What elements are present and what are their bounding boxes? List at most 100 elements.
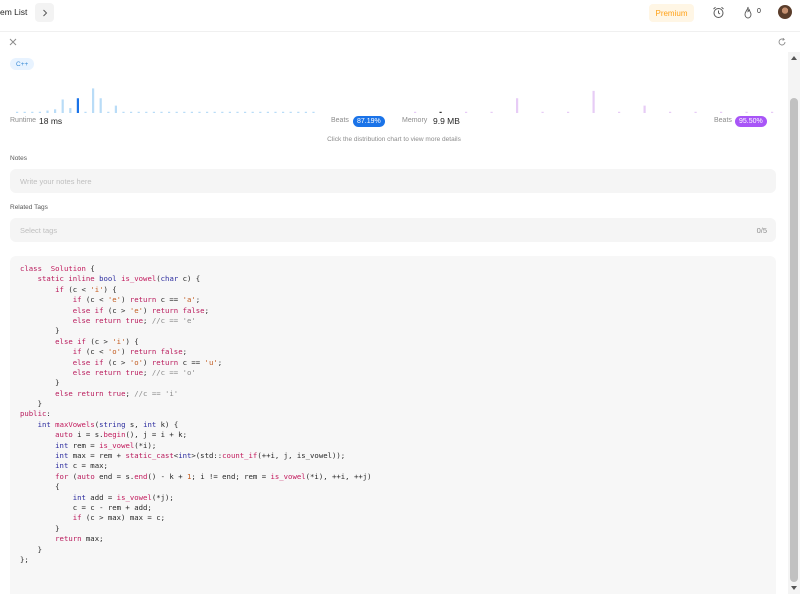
runtime-bar[interactable] bbox=[312, 111, 315, 113]
memory-bar[interactable] bbox=[694, 111, 697, 113]
code-line: else if (c > 'i') { bbox=[55, 336, 139, 346]
runtime-beats-badge: 87.19% bbox=[353, 116, 385, 127]
runtime-bar[interactable] bbox=[190, 111, 193, 113]
runtime-bar[interactable] bbox=[76, 98, 79, 113]
premium-button[interactable]: Premium bbox=[649, 4, 694, 22]
runtime-bar[interactable] bbox=[114, 105, 117, 113]
runtime-bar[interactable] bbox=[152, 111, 155, 113]
scroll-thumb[interactable] bbox=[790, 98, 798, 582]
memory-bar[interactable] bbox=[490, 111, 493, 113]
memory-bar[interactable] bbox=[643, 105, 646, 113]
tags-select[interactable]: Select tags 0/5 bbox=[10, 218, 776, 242]
runtime-bar[interactable] bbox=[198, 111, 201, 113]
code-line: c = c - rem + add; bbox=[20, 502, 152, 512]
code-line: if (c < 'e') return c == 'a'; bbox=[72, 295, 201, 305]
code-line: int maxVowels(string s, int k) { bbox=[37, 419, 179, 429]
runtime-bar[interactable] bbox=[46, 110, 49, 113]
memory-bar[interactable] bbox=[618, 111, 621, 113]
runtime-bar[interactable] bbox=[213, 111, 216, 113]
memory-bar[interactable] bbox=[771, 111, 774, 113]
runtime-bar[interactable] bbox=[69, 108, 72, 113]
runtime-bar[interactable] bbox=[175, 111, 178, 113]
memory-bar[interactable] bbox=[516, 98, 519, 113]
runtime-bar[interactable] bbox=[183, 111, 186, 113]
runtime-bar[interactable] bbox=[206, 111, 209, 113]
memory-bar[interactable] bbox=[745, 111, 748, 113]
code-line: if (c < 'i') { bbox=[55, 284, 117, 294]
runtime-bar[interactable] bbox=[297, 111, 300, 113]
next-problem-button[interactable] bbox=[35, 3, 54, 22]
runtime-bar[interactable] bbox=[145, 111, 148, 113]
runtime-bar[interactable] bbox=[289, 111, 292, 113]
code-line: if (c < 'o') return false; bbox=[72, 347, 187, 357]
alarm-clock-icon[interactable] bbox=[712, 6, 725, 19]
code-line: static inline bool is_vowel(char c) { bbox=[37, 274, 201, 284]
runtime-bar[interactable] bbox=[122, 111, 125, 113]
runtime-bar[interactable] bbox=[99, 98, 102, 113]
runtime-bar[interactable] bbox=[31, 111, 34, 113]
problem-list-title[interactable]: em List bbox=[0, 7, 27, 17]
code-line: auto i = s.begin(), j = i + k; bbox=[55, 430, 187, 440]
runtime-bar[interactable] bbox=[266, 111, 269, 113]
memory-value: 9.9 MB bbox=[433, 116, 460, 126]
avatar[interactable] bbox=[778, 5, 792, 19]
memory-bar[interactable] bbox=[567, 111, 570, 113]
streak-fire-icon[interactable] bbox=[742, 6, 754, 19]
scrollbar[interactable] bbox=[788, 52, 800, 594]
distribution-hint: Click the distribution chart to view mor… bbox=[327, 136, 461, 143]
tags-count: 0/5 bbox=[756, 226, 767, 235]
runtime-beats-label: Beats bbox=[331, 117, 349, 124]
runtime-bar[interactable] bbox=[107, 111, 110, 113]
runtime-label: Runtime bbox=[10, 117, 37, 124]
memory-bar[interactable] bbox=[720, 111, 723, 113]
runtime-bar[interactable] bbox=[251, 111, 254, 113]
submission-panel: C++ Runtime 18 ms Beats 87.19% Memory 9.… bbox=[0, 31, 800, 594]
code-block[interactable]: class Solution { static inline bool is_v… bbox=[10, 256, 776, 594]
code-line: if (c > max) max = c; bbox=[72, 513, 165, 523]
runtime-bar[interactable] bbox=[228, 111, 231, 113]
memory-bar[interactable] bbox=[414, 111, 417, 113]
streak-count: 0 bbox=[757, 8, 761, 15]
runtime-bar[interactable] bbox=[84, 111, 87, 113]
runtime-bar[interactable] bbox=[221, 111, 224, 113]
code-line: } bbox=[20, 523, 60, 533]
code-line: }; bbox=[20, 554, 29, 564]
runtime-bar[interactable] bbox=[304, 111, 307, 113]
notes-input[interactable]: Write your notes here bbox=[10, 169, 776, 193]
refresh-icon[interactable] bbox=[777, 37, 787, 47]
memory-bar[interactable] bbox=[669, 111, 672, 113]
scroll-down-arrow[interactable] bbox=[791, 586, 797, 590]
runtime-bar[interactable] bbox=[236, 111, 239, 113]
memory-bar[interactable] bbox=[541, 111, 544, 113]
memory-bar[interactable] bbox=[465, 111, 468, 113]
runtime-bar[interactable] bbox=[38, 111, 41, 113]
memory-bar[interactable] bbox=[592, 90, 595, 113]
runtime-bar[interactable] bbox=[54, 109, 57, 113]
runtime-bar[interactable] bbox=[274, 111, 277, 113]
code-line: { bbox=[20, 482, 60, 492]
distribution-chart[interactable] bbox=[10, 82, 780, 114]
memory-beats-label: Beats bbox=[714, 117, 732, 124]
code-line: } bbox=[20, 378, 60, 388]
code-line: } bbox=[20, 544, 42, 554]
memory-beats-badge: 95.50% bbox=[735, 116, 767, 127]
runtime-bar[interactable] bbox=[259, 111, 262, 113]
scroll-up-arrow[interactable] bbox=[791, 56, 797, 60]
runtime-bar[interactable] bbox=[282, 111, 285, 113]
runtime-bar[interactable] bbox=[137, 111, 140, 113]
runtime-bar[interactable] bbox=[16, 111, 19, 113]
code-line: int max = rem + static_cast<int>(std::co… bbox=[55, 451, 346, 461]
code-line: int add = is_vowel(*j); bbox=[72, 492, 174, 502]
code-line: for (auto end = s.end() - k + 1; i != en… bbox=[55, 471, 372, 481]
runtime-bar[interactable] bbox=[23, 111, 26, 113]
runtime-bar[interactable] bbox=[130, 111, 133, 113]
code-line: } bbox=[20, 326, 60, 336]
runtime-bar[interactable] bbox=[168, 111, 171, 113]
notes-placeholder: Write your notes here bbox=[20, 177, 92, 186]
runtime-bar[interactable] bbox=[160, 111, 163, 113]
runtime-bar[interactable] bbox=[61, 99, 64, 113]
memory-bar[interactable] bbox=[439, 111, 442, 113]
close-icon[interactable] bbox=[8, 37, 18, 47]
runtime-bar[interactable] bbox=[244, 111, 247, 113]
runtime-bar[interactable] bbox=[92, 88, 95, 113]
